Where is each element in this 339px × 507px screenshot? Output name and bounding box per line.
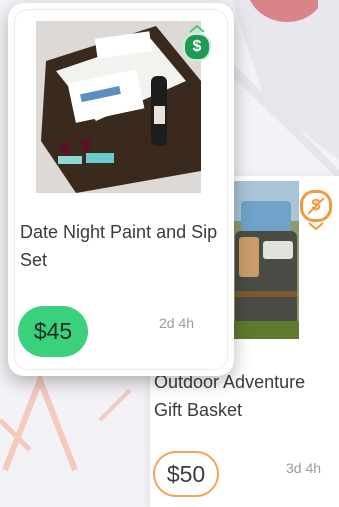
card-title: Date Night Paint and Sip Set (20, 222, 218, 270)
dollar-coin-icon: $ (183, 25, 211, 61)
product-image (36, 21, 201, 193)
gift-card-date-night[interactable]: $ Date Night Paint and Sip Set $45 2d 4h (8, 3, 234, 376)
price-badge[interactable]: $45 (18, 306, 88, 357)
time-remaining: 3d 4h (286, 460, 322, 476)
card-title: Outdoor Adventure Gift Basket (154, 372, 306, 420)
product-image (233, 181, 299, 339)
no-dollar-coin-icon: $ (300, 190, 332, 230)
price-badge[interactable]: $50 (153, 451, 219, 497)
time-remaining: 2d 4h (159, 315, 195, 331)
